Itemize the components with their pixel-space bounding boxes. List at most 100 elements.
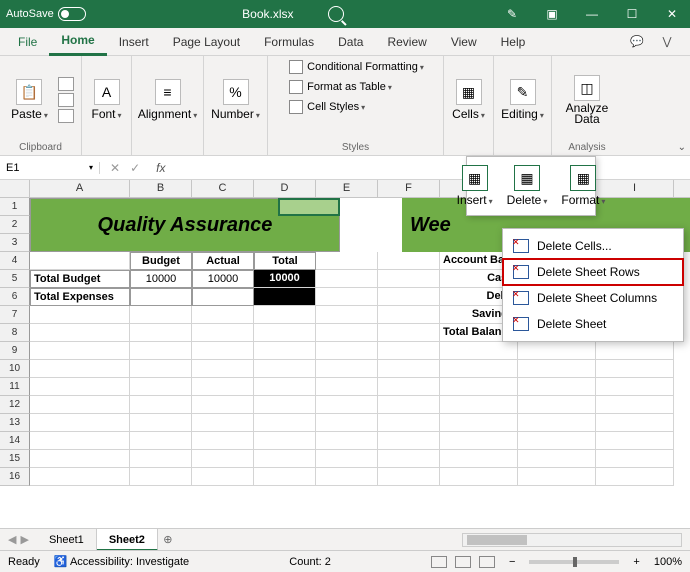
number-button[interactable]: % Number (207, 77, 264, 123)
cells-button[interactable]: ▦ Cells (448, 77, 489, 123)
tab-review[interactable]: Review (375, 28, 438, 56)
cell[interactable] (440, 450, 518, 468)
zoom-out-button[interactable]: − (509, 556, 515, 568)
cell[interactable] (130, 360, 192, 378)
cut-icon[interactable] (58, 77, 74, 91)
cell[interactable] (30, 306, 130, 324)
cell[interactable] (518, 342, 596, 360)
cell[interactable]: Total (254, 252, 316, 270)
cell[interactable] (254, 306, 316, 324)
search-icon[interactable] (328, 6, 344, 22)
col-header[interactable]: A (30, 180, 130, 197)
cell[interactable] (192, 378, 254, 396)
tab-page-layout[interactable]: Page Layout (161, 28, 252, 56)
cancel-formula-icon[interactable]: ✕ (110, 161, 120, 175)
cell[interactable]: 10000 (130, 270, 192, 288)
cell[interactable] (130, 396, 192, 414)
cell[interactable] (30, 432, 130, 450)
cell[interactable] (30, 324, 130, 342)
cell[interactable] (192, 324, 254, 342)
menu-delete-sheet[interactable]: Delete Sheet (503, 311, 683, 337)
row-header[interactable]: 8 (0, 324, 30, 342)
cell[interactable] (316, 342, 378, 360)
ribbon-display-icon[interactable]: ▣ (540, 4, 564, 24)
cell[interactable] (440, 396, 518, 414)
cell[interactable] (440, 468, 518, 486)
cell[interactable] (30, 414, 130, 432)
cell[interactable] (596, 414, 674, 432)
cell[interactable] (518, 378, 596, 396)
cell[interactable] (316, 432, 378, 450)
row-header[interactable]: 13 (0, 414, 30, 432)
row-header[interactable]: 1 (0, 198, 30, 216)
cell[interactable] (130, 288, 192, 306)
copy-icon[interactable] (58, 93, 74, 107)
cell[interactable] (254, 450, 316, 468)
cell[interactable] (192, 288, 254, 306)
cell[interactable] (378, 378, 440, 396)
col-header[interactable]: E (316, 180, 378, 197)
collapse-ribbon-icon[interactable]: ⌄ (678, 142, 686, 153)
row-header[interactable]: 4 (0, 252, 30, 270)
row-header[interactable]: 9 (0, 342, 30, 360)
horizontal-scrollbar[interactable] (462, 533, 682, 547)
cell[interactable] (440, 414, 518, 432)
cell[interactable] (254, 378, 316, 396)
paste-button[interactable]: 📋 Paste (7, 77, 52, 123)
cell[interactable] (440, 360, 518, 378)
autosave-toggle[interactable]: AutoSave (6, 7, 86, 21)
fx-label[interactable]: fx (150, 161, 165, 175)
cell[interactable]: Budget (130, 252, 192, 270)
cell-styles-button[interactable]: Cell Styles (289, 100, 365, 114)
cell[interactable] (518, 432, 596, 450)
cell[interactable] (130, 378, 192, 396)
cell[interactable] (316, 396, 378, 414)
row-header[interactable]: 14 (0, 432, 30, 450)
tab-help[interactable]: Help (489, 28, 538, 56)
sheet-tab-sheet1[interactable]: Sheet1 (37, 529, 97, 551)
tab-view[interactable]: View (439, 28, 489, 56)
cell[interactable] (254, 468, 316, 486)
cell[interactable] (378, 360, 440, 378)
cell[interactable] (30, 252, 130, 270)
page-layout-view-icon[interactable] (455, 556, 471, 568)
cell[interactable] (30, 342, 130, 360)
cell[interactable] (378, 342, 440, 360)
cell[interactable] (192, 432, 254, 450)
cell[interactable] (378, 414, 440, 432)
cell[interactable] (316, 450, 378, 468)
cell[interactable] (316, 468, 378, 486)
cell[interactable] (378, 324, 440, 342)
cell[interactable] (596, 360, 674, 378)
zoom-in-button[interactable]: + (633, 556, 639, 568)
cell[interactable] (378, 288, 440, 306)
cell[interactable] (254, 288, 316, 306)
row-header[interactable]: 2 (0, 216, 30, 234)
page-break-view-icon[interactable] (479, 556, 495, 568)
cell[interactable] (30, 360, 130, 378)
normal-view-icon[interactable] (431, 556, 447, 568)
cell[interactable]: Total Expenses (30, 288, 130, 306)
cell[interactable] (378, 270, 440, 288)
cell[interactable] (378, 432, 440, 450)
maximize-button[interactable]: ☐ (620, 4, 644, 24)
share-icon[interactable]: ⋁ (656, 33, 678, 51)
col-header[interactable]: F (378, 180, 440, 197)
cell[interactable] (378, 450, 440, 468)
cell[interactable]: Actual (192, 252, 254, 270)
cell[interactable] (192, 450, 254, 468)
format-cells-button[interactable]: ▦ Format (557, 163, 609, 209)
cell[interactable] (254, 360, 316, 378)
tab-data[interactable]: Data (326, 28, 375, 56)
cell[interactable] (254, 396, 316, 414)
cell[interactable] (316, 270, 378, 288)
cell[interactable] (192, 342, 254, 360)
zoom-level[interactable]: 100% (654, 556, 682, 568)
cell[interactable] (30, 396, 130, 414)
analyze-data-button[interactable]: ◫ Analyze Data (558, 73, 616, 127)
col-header[interactable]: B (130, 180, 192, 197)
cell[interactable]: 10000 (192, 270, 254, 288)
cell[interactable] (192, 468, 254, 486)
alignment-button[interactable]: ≡ Alignment (134, 77, 201, 123)
cell[interactable] (518, 414, 596, 432)
